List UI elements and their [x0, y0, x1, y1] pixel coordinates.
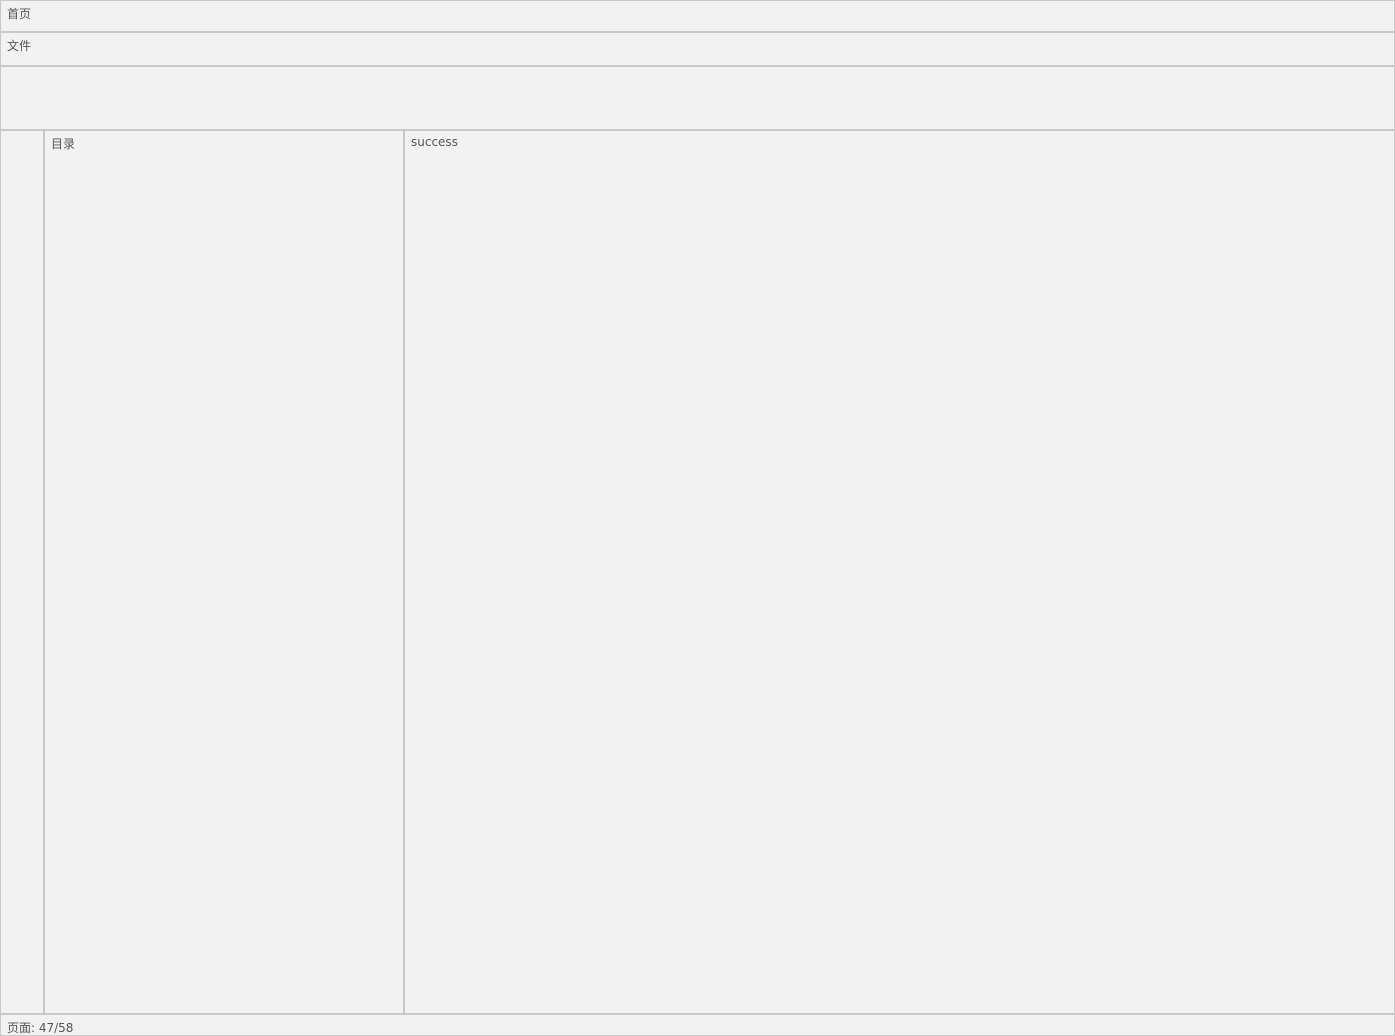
tab-bar: 首页 — [0, 0, 1395, 32]
toc-panel: 目录 — [44, 130, 404, 1014]
menu-bar: 文件 — [0, 32, 1395, 66]
document-area: success — [404, 130, 1395, 1014]
side-icon-bar — [0, 130, 44, 1014]
status-bar: 页面: 47/58 — [0, 1014, 1395, 1036]
ribbon — [0, 66, 1395, 130]
